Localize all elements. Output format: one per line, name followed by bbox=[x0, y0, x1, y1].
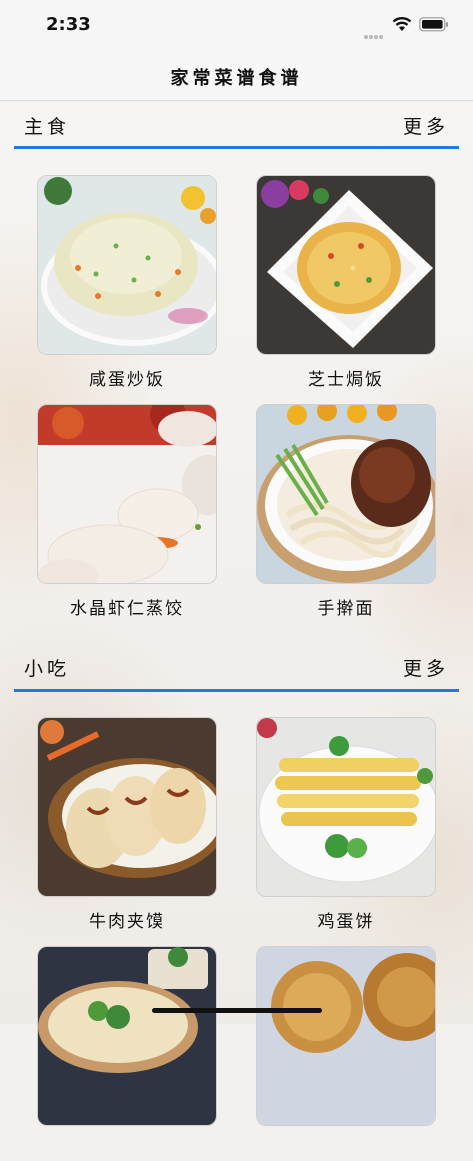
battery-icon bbox=[419, 17, 448, 32]
hand-rolled-noodles-photo bbox=[256, 404, 436, 584]
section-divider bbox=[14, 146, 459, 149]
noodle-bowl-photo bbox=[37, 946, 217, 1126]
home-indicator[interactable] bbox=[152, 1008, 322, 1013]
navigation-bar: 家常菜谱食谱 bbox=[0, 50, 473, 101]
recipe-name: 咸蛋炒饭 bbox=[89, 370, 165, 390]
recipe-name: 牛肉夹馍 bbox=[89, 912, 165, 932]
shrimp-dumplings-photo bbox=[37, 404, 217, 584]
recipe-card[interactable]: 水晶虾仁蒸饺 bbox=[37, 404, 217, 619]
status-time: 2:33 bbox=[46, 14, 91, 35]
section-title: 小吃 bbox=[24, 658, 71, 680]
page-title: 家常菜谱食谱 bbox=[170, 68, 303, 89]
recipe-name: 手擀面 bbox=[317, 599, 375, 619]
wifi-icon bbox=[392, 17, 412, 31]
section-title: 主食 bbox=[24, 116, 71, 138]
cheese-baked-rice-photo bbox=[256, 175, 436, 355]
recipe-card[interactable] bbox=[256, 946, 436, 1161]
signal-dots-icon bbox=[364, 24, 384, 39]
more-button[interactable]: 更多 bbox=[403, 112, 449, 139]
recipe-card[interactable]: 鸡蛋饼 bbox=[256, 717, 436, 932]
recipe-card[interactable]: 手擀面 bbox=[256, 404, 436, 619]
recipe-name: 水晶虾仁蒸饺 bbox=[70, 599, 184, 619]
recipe-name: 芝士焗饭 bbox=[308, 370, 384, 390]
recipe-name: 鸡蛋饼 bbox=[317, 912, 375, 932]
beef-bun-photo bbox=[37, 717, 217, 897]
recipe-card[interactable]: 牛肉夹馍 bbox=[37, 717, 217, 932]
status-bar: 2:33 bbox=[0, 0, 473, 50]
recipe-card[interactable]: 咸蛋炒饭 bbox=[37, 175, 217, 390]
section-divider bbox=[14, 689, 459, 692]
pastry-photo bbox=[256, 946, 436, 1126]
fried-rice-photo bbox=[37, 175, 217, 355]
recipe-card[interactable] bbox=[37, 946, 217, 1161]
egg-pancake-photo bbox=[256, 717, 436, 897]
more-button[interactable]: 更多 bbox=[403, 654, 449, 681]
recipe-card[interactable]: 芝士焗饭 bbox=[256, 175, 436, 390]
